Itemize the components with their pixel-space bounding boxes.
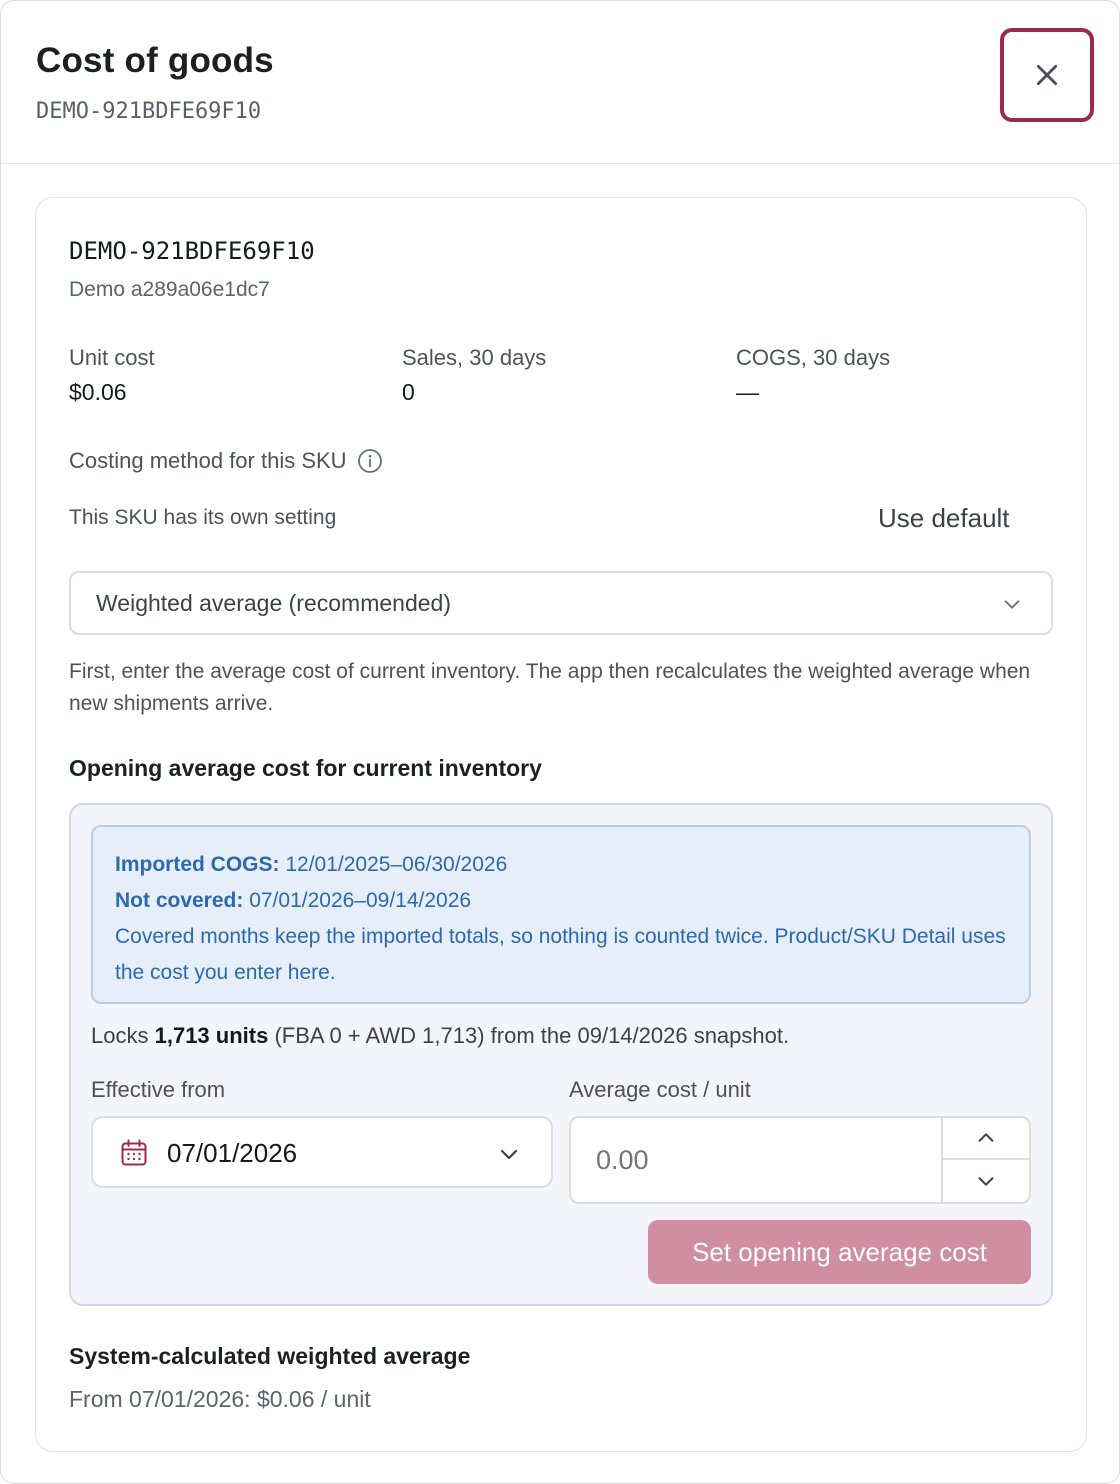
costing-method-text: Costing method for this SKU xyxy=(69,448,347,473)
cost-of-goods-dialog: Cost of goods DEMO-921BDFE69F10 DEMO-921… xyxy=(0,0,1120,1484)
not-covered-range: 07/01/2026–09/14/2026 xyxy=(249,889,472,912)
dialog-header: Cost of goods DEMO-921BDFE69F10 xyxy=(1,1,1119,164)
stat-label-unit-cost: Unit cost xyxy=(69,345,155,370)
set-opening-cost-button[interactable]: Set opening average cost xyxy=(648,1220,1031,1284)
chevron-down-icon xyxy=(1004,600,1020,609)
chevron-up-icon xyxy=(978,1133,994,1142)
locks-units: 1,713 units xyxy=(154,1023,269,1048)
effective-from-date-picker[interactable]: 07/01/2026 xyxy=(91,1116,553,1188)
dialog-title: Cost of goods xyxy=(36,41,274,80)
costing-method-selected: Weighted average (recommended) xyxy=(96,589,451,616)
costing-help-text: First, enter the average cost of current… xyxy=(69,660,1031,715)
not-covered-label: Not covered: xyxy=(115,889,244,912)
use-default-button[interactable]: Use default xyxy=(878,503,1010,534)
stat-value-unit-cost: $0.06 xyxy=(69,379,127,405)
coverage-notice: Imported COGS: 12/01/2025–06/30/2026 Not… xyxy=(91,825,1031,1004)
dialog-subtitle: DEMO-921BDFE69F10 xyxy=(36,99,262,124)
imported-cogs-line: Imported COGS: 12/01/2025–06/30/2026 xyxy=(115,847,1007,883)
chevron-down-icon xyxy=(978,1177,994,1186)
decrement-button[interactable] xyxy=(943,1160,1029,1202)
increment-button[interactable] xyxy=(943,1118,1029,1160)
stat-value-sales: 0 xyxy=(402,379,415,405)
opening-section-title: Opening average cost for current invento… xyxy=(69,755,542,781)
calendar-icon xyxy=(121,1139,147,1166)
effective-from-value: 07/01/2026 xyxy=(167,1138,298,1168)
stat-label-cogs: COGS, 30 days xyxy=(736,345,891,370)
own-setting-text: This SKU has its own setting xyxy=(69,506,337,529)
sku-code: DEMO-921BDFE69F10 xyxy=(69,237,315,265)
avg-cost-input-wrapper xyxy=(569,1116,1031,1204)
avg-cost-label: Average cost / unit xyxy=(569,1077,751,1102)
stat-value-cogs: — xyxy=(736,379,759,405)
imported-cogs-label: Imported COGS: xyxy=(115,853,280,876)
avg-cost-input[interactable] xyxy=(571,1118,943,1202)
locks-suffix: (FBA 0 + AWD 1,713) from the 09/14/2026 … xyxy=(274,1023,790,1048)
close-button[interactable] xyxy=(1000,28,1094,122)
system-average-title: System-calculated weighted average xyxy=(69,1343,471,1369)
stat-label-sales: Sales, 30 days xyxy=(402,345,547,370)
locks-prefix: Locks xyxy=(91,1023,149,1048)
costing-method-label: Costing method for this SKU xyxy=(69,448,383,474)
info-icon[interactable] xyxy=(357,448,383,474)
locks-summary: Locks 1,713 units (FBA 0 + AWD 1,713) fr… xyxy=(91,1023,789,1049)
product-name: Demo a289a06e1dc7 xyxy=(69,278,270,301)
not-covered-line: Not covered: 07/01/2026–09/14/2026 xyxy=(115,883,1007,919)
coverage-note: Covered months keep the imported totals,… xyxy=(115,925,1006,984)
system-average-value: From 07/01/2026: $0.06 / unit xyxy=(69,1386,371,1412)
close-icon xyxy=(1036,64,1058,86)
chevron-down-icon xyxy=(500,1149,518,1160)
imported-cogs-range: 12/01/2025–06/30/2026 xyxy=(285,853,508,876)
costing-method-select[interactable]: Weighted average (recommended) xyxy=(69,571,1053,635)
effective-from-label: Effective from xyxy=(91,1077,226,1102)
avg-cost-stepper xyxy=(941,1118,1029,1202)
